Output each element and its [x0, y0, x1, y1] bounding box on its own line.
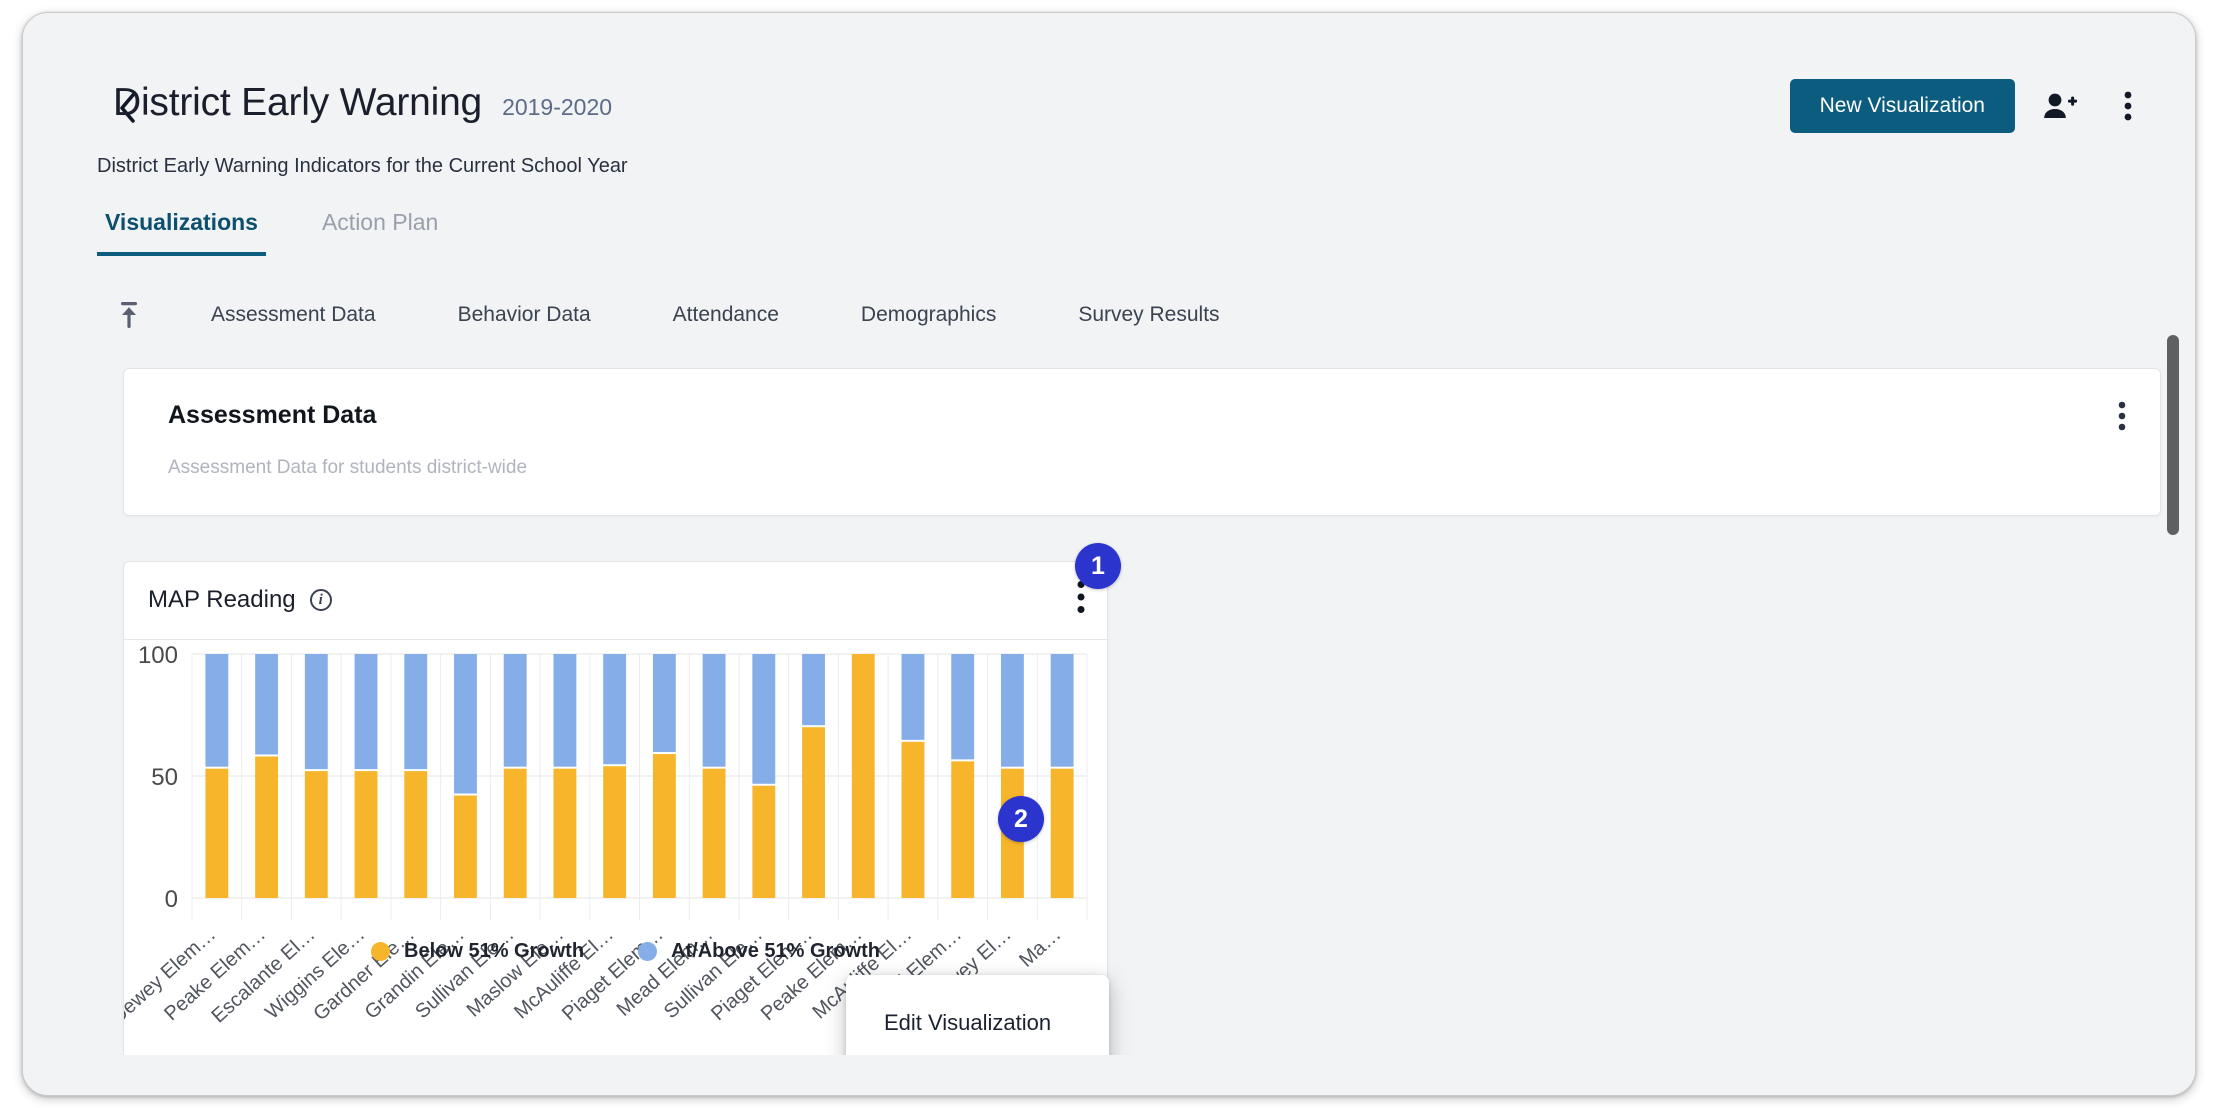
chart-kebab-menu-icon[interactable] [1077, 580, 1085, 614]
header-actions: New Visualization [1789, 79, 2151, 133]
stacked-bar-chart: 0 50 100 [138, 642, 1088, 920]
page-title-row: District Early Warning 2019-2020 [113, 81, 612, 125]
legend-label-at-above: At/Above 51% Growth [671, 940, 880, 962]
chart-card-header: MAP Reading i [124, 562, 1107, 640]
info-circle-icon[interactable]: i [309, 589, 332, 611]
assessment-data-section-card: Assessment Data Assessment Data for stud… [123, 368, 2161, 516]
section-title: Assessment Data [168, 401, 377, 429]
chart-title-group: MAP Reading i [148, 586, 332, 614]
person-add-icon[interactable] [2037, 83, 2083, 129]
tab-visualizations[interactable]: Visualizations [97, 209, 266, 256]
window-content: District Early Warning 2019-2020 Distric… [23, 13, 2195, 1095]
page-subtitle: District Early Warning Indicators for th… [97, 155, 628, 177]
subnav-item-attendance[interactable]: Attendance [657, 297, 795, 333]
chart-context-menu: Edit Visualization Delete Visualization … [846, 975, 1109, 1055]
content-scroll-region: Assessment Data Assessment Data for stud… [23, 343, 2195, 1055]
legend-swatch-below [371, 942, 391, 961]
school-year-label: 2019-2020 [502, 94, 613, 120]
legend-item-at-above[interactable]: At/Above 51% Growth [638, 940, 880, 963]
chart-legend: Below 51% Growth At/Above 51% Growth [124, 940, 1107, 963]
svg-text:100: 100 [138, 642, 178, 669]
application-window: District Early Warning 2019-2020 Distric… [22, 12, 2196, 1096]
subnav-item-demographics[interactable]: Demographics [845, 297, 1012, 333]
subnav-item-behavior-data[interactable]: Behavior Data [442, 297, 607, 333]
menu-item-edit-visualization[interactable]: Edit Visualization [846, 991, 1109, 1055]
subnav-item-survey-results[interactable]: Survey Results [1062, 297, 1235, 333]
legend-label-below: Below 51% Growth [404, 940, 585, 962]
vertical-scrollbar-track[interactable] [2167, 335, 2179, 1075]
page-header: District Early Warning 2019-2020 Distric… [23, 13, 2195, 209]
new-visualization-button[interactable]: New Visualization [1789, 79, 2015, 133]
legend-swatch-at-above [638, 942, 658, 961]
page-title: District Early Warning [113, 81, 483, 124]
primary-tabs: Visualizations Action Plan [97, 209, 446, 256]
tab-action-plan[interactable]: Action Plan [314, 209, 446, 256]
svg-text:50: 50 [151, 764, 178, 791]
svg-text:0: 0 [165, 886, 178, 913]
legend-item-below[interactable]: Below 51% Growth [371, 940, 584, 963]
chart-title: MAP Reading [148, 586, 296, 613]
step-badge-2: 2 [998, 796, 1044, 842]
secondary-nav: Assessment Data Behavior Data Attendance… [107, 293, 1236, 337]
subnav-item-assessment-data[interactable]: Assessment Data [195, 297, 392, 333]
collapse-up-icon[interactable] [107, 293, 151, 337]
header-kebab-menu-icon[interactable] [2105, 83, 2151, 129]
step-badge-1: 1 [1075, 543, 1121, 589]
vertical-scrollbar-thumb[interactable] [2167, 335, 2179, 535]
section-description: Assessment Data for students district-wi… [168, 457, 528, 478]
section-kebab-menu-icon[interactable] [2118, 401, 2126, 431]
